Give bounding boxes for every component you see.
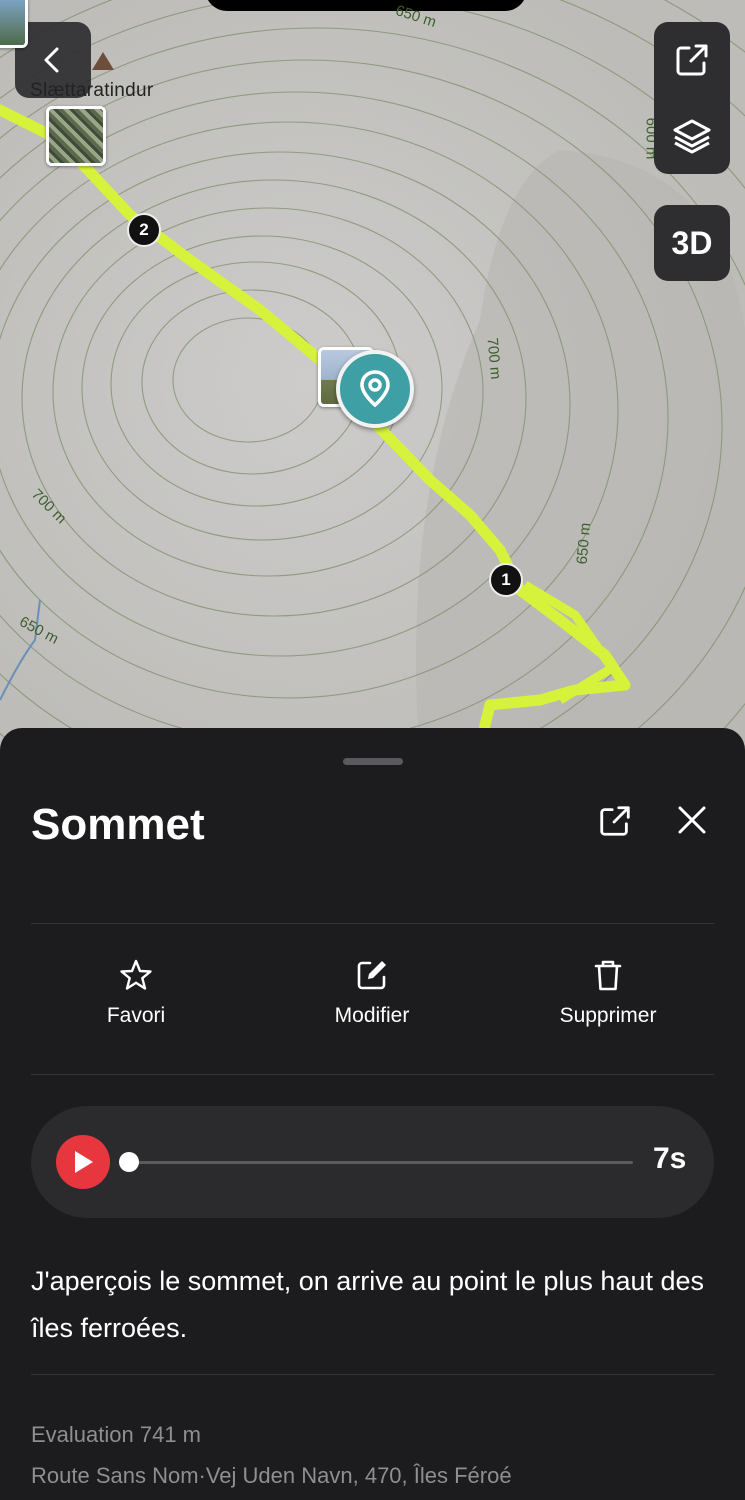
map-controls	[654, 22, 730, 174]
share-icon	[600, 806, 630, 836]
trash-icon	[594, 960, 622, 991]
play-button[interactable]	[56, 1135, 110, 1189]
selected-location-pin[interactable]	[336, 350, 414, 428]
favorite-button[interactable]: Favori	[46, 958, 226, 1028]
action-bar: Favori Modifier Supprimer	[0, 958, 745, 1038]
close-icon	[678, 806, 706, 834]
location-pin-icon	[360, 370, 390, 408]
mountain-peak-icon	[92, 52, 114, 70]
edit-icon	[357, 961, 386, 990]
map-layers-button[interactable]	[654, 98, 730, 174]
audio-scrubber[interactable]	[119, 1152, 139, 1172]
peak-label: Slættaratindur	[30, 80, 154, 101]
divider	[31, 1374, 714, 1375]
elevation-label: 650 m	[573, 521, 595, 566]
photo-marker[interactable]	[0, 0, 28, 48]
audio-player: 7s	[31, 1106, 714, 1218]
delete-button[interactable]: Supprimer	[518, 958, 698, 1028]
favorite-label: Favori	[106, 1004, 166, 1027]
point-title: Sommet	[31, 800, 205, 849]
divider	[31, 923, 714, 924]
edit-button[interactable]: Modifier	[282, 958, 462, 1028]
point-description: J'aperçois le sommet, on arrive au point…	[31, 1266, 705, 1343]
elevation-info: Evaluation 741 m	[31, 1422, 201, 1447]
elevation-label: 700 m	[483, 336, 505, 381]
play-icon	[75, 1151, 93, 1173]
edit-label: Modifier	[334, 1004, 410, 1027]
device-notch	[205, 0, 527, 11]
share-button[interactable]	[594, 800, 636, 842]
close-button[interactable]	[670, 798, 714, 842]
layers-icon	[673, 119, 711, 154]
map-view[interactable]: Slættaratindur 2 1 650 m 600 m 700 m 650…	[0, 0, 745, 760]
share-icon	[676, 44, 708, 76]
3d-toggle-button[interactable]: 3D	[654, 205, 730, 281]
waypoint-marker[interactable]: 2	[127, 213, 161, 247]
chevron-left-icon	[44, 47, 59, 73]
point-detail-sheet: Sommet Favori Modifier Supprimer 7s J'ap…	[0, 728, 745, 1500]
photo-marker[interactable]	[46, 106, 106, 166]
audio-duration: 7s	[653, 1142, 687, 1175]
delete-label: Supprimer	[559, 1004, 657, 1027]
address-info: Route Sans Nom·Vej Uden Navn, 470, Îles …	[31, 1463, 512, 1488]
audio-progress-track[interactable]	[129, 1161, 633, 1164]
sheet-drag-handle[interactable]	[343, 758, 403, 765]
waypoint-marker[interactable]: 1	[489, 563, 523, 597]
star-icon	[120, 959, 152, 990]
divider	[31, 1074, 714, 1075]
map-share-button[interactable]	[654, 22, 730, 98]
